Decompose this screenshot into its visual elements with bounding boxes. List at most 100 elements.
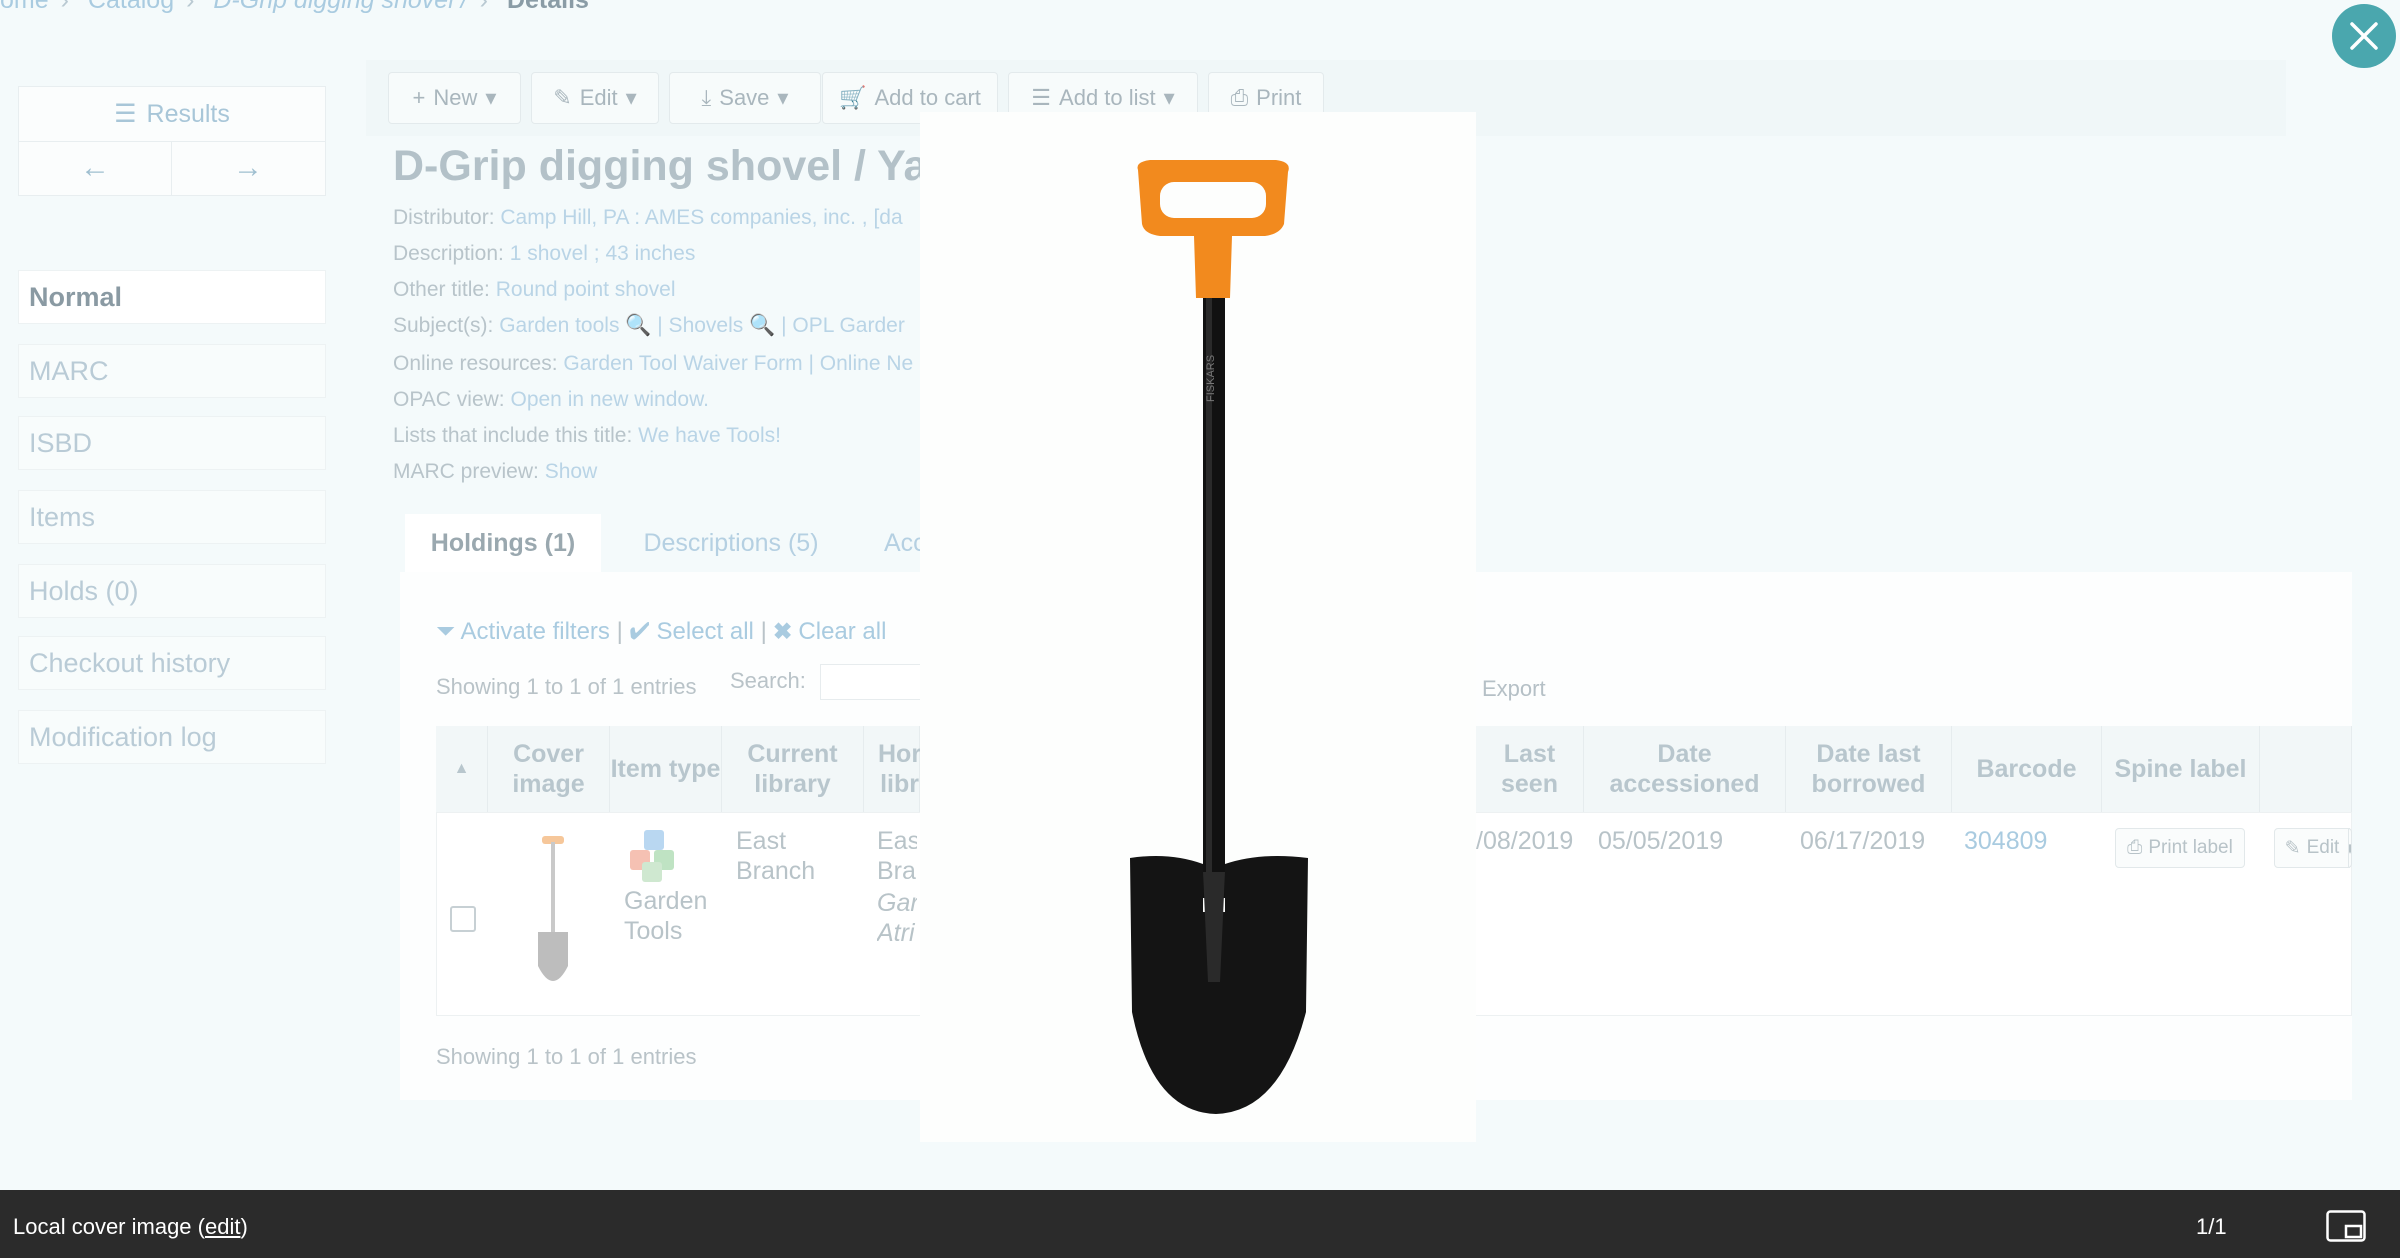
- row-select-checkbox[interactable]: [450, 906, 476, 932]
- sidebar-item-label: MARC: [29, 355, 109, 386]
- print-label-button[interactable]: ⎙ Print label: [2115, 828, 2245, 868]
- column-cover-image[interactable]: Cover image: [488, 726, 610, 812]
- cover-thumbnail-image[interactable]: [528, 834, 578, 1002]
- cart-icon: 🛒: [839, 85, 867, 110]
- column-item-type[interactable]: Item type: [610, 726, 722, 812]
- date-last-borrowed-value: 06/17/2019: [1800, 827, 1926, 855]
- field-value[interactable]: Show: [545, 460, 598, 483]
- edit-button[interactable]: ✎ Edit ▾: [531, 72, 659, 124]
- caption-edit-link[interactable]: edit: [205, 1214, 240, 1239]
- date-accessioned-value: 05/05/2019: [1598, 827, 1724, 855]
- close-lightbox-button[interactable]: [2332, 4, 2396, 68]
- field-value[interactable]: Camp Hill, PA : AMES companies, inc. , […: [500, 206, 902, 229]
- caret-down-icon: ▾: [625, 85, 637, 110]
- column-spine-label[interactable]: Spine label: [2102, 726, 2260, 812]
- save-label: Save: [719, 85, 770, 110]
- sidebar-item-label: Normal: [29, 281, 123, 312]
- sidebar-item-marc[interactable]: MARC: [18, 344, 326, 398]
- plus-icon: +: [412, 85, 426, 110]
- arrow-right-icon: →: [233, 151, 263, 184]
- home-library-value: Eas Brai: [877, 827, 917, 885]
- tab-descriptions[interactable]: Descriptions (5): [612, 514, 850, 572]
- download-icon: ⤓: [701, 85, 712, 110]
- field-label: MARC preview:: [393, 460, 539, 483]
- picture-in-picture-icon[interactable]: [2326, 1210, 2366, 1242]
- save-button[interactable]: ⤓ Save ▾: [669, 72, 821, 124]
- field-opac-view: OPAC view: Open in new window.: [393, 388, 709, 412]
- search-input[interactable]: [820, 664, 922, 700]
- pencil-icon: ✎: [2284, 837, 2301, 859]
- pencil-icon: ✎: [553, 85, 572, 110]
- caret-down-icon: ▾: [1163, 85, 1175, 110]
- export-button[interactable]: Export: [1482, 676, 1546, 702]
- field-label: OPAC view:: [393, 388, 505, 411]
- table-controls: ⏷ Activate filters | ✔ Select all | ✖ Cl…: [436, 618, 887, 645]
- print-icon: ⎙: [1230, 85, 1249, 110]
- sidebar-item-holds[interactable]: Holds (0): [18, 564, 326, 618]
- field-value[interactable]: We have Tools!: [638, 424, 781, 447]
- arrow-left-icon: ←: [80, 151, 110, 184]
- sidebar-item-isbd[interactable]: ISBD: [18, 416, 326, 470]
- breadcrumb-record[interactable]: D-Grip digging shovel /: [213, 0, 467, 14]
- column-current-library[interactable]: Current library: [722, 726, 864, 812]
- results-button[interactable]: ☰ Results: [19, 87, 325, 142]
- showing-entries-bottom: Showing 1 to 1 of 1 entries: [436, 1044, 697, 1069]
- select-column-header[interactable]: ▲: [436, 726, 488, 812]
- barcode-link[interactable]: 304809: [1964, 826, 2047, 856]
- list-icon: ☰: [1031, 85, 1052, 110]
- sort-icon: ▲: [453, 760, 470, 777]
- field-value: 1 shovel ; 43 inches: [509, 242, 696, 265]
- field-value[interactable]: Garden Tool Waiver Form | Online Ne: [563, 352, 913, 375]
- sidebar-item-modification-log[interactable]: Modification log: [18, 710, 326, 764]
- sidebar-item-label: ISBD: [29, 427, 93, 458]
- column-date-accessioned[interactable]: Date accessioned: [1584, 726, 1786, 812]
- check-icon: ✔: [629, 618, 650, 645]
- caption-suffix: ): [240, 1214, 248, 1239]
- new-label: New: [433, 85, 478, 110]
- row-edit-dropdown[interactable]: ▾: [2348, 828, 2352, 868]
- column-label: Item type: [610, 755, 721, 783]
- activate-filters-link[interactable]: ⏷ Activate filters: [436, 618, 610, 645]
- previous-result-button[interactable]: ←: [19, 141, 172, 195]
- shovel-cover-image[interactable]: FISKARS: [920, 112, 1476, 1142]
- select-all-link[interactable]: ✔ Select all: [630, 618, 754, 645]
- sidebar-item-normal[interactable]: Normal: [18, 270, 326, 324]
- field-value[interactable]: Garden tools 🔍 | Shovels 🔍 | OPL Garder: [499, 314, 905, 337]
- field-other-title: Other title: Round point shovel: [393, 278, 676, 302]
- clear-all-label: Clear all: [798, 618, 887, 645]
- sidebar-item-items[interactable]: Items: [18, 490, 326, 544]
- add-to-list-label: Add to list: [1059, 85, 1156, 110]
- print-icon: ⎙: [2127, 837, 2143, 858]
- filter-icon: ⏷: [436, 618, 456, 645]
- column-label: Spine label: [2114, 755, 2247, 783]
- caption-text: Local cover image (: [13, 1214, 205, 1239]
- field-value[interactable]: Open in new window.: [510, 388, 708, 411]
- column-barcode[interactable]: Barcode: [1952, 726, 2102, 812]
- field-description: Description: 1 shovel ; 43 inches: [393, 242, 695, 266]
- column-date-last-borrowed[interactable]: Date last borrowed: [1786, 726, 1952, 812]
- sidebar-item-checkout-history[interactable]: Checkout history: [18, 636, 326, 690]
- field-label: Subject(s):: [393, 314, 494, 337]
- list-icon: ☰: [114, 100, 137, 128]
- garden-tools-icon: [624, 828, 684, 889]
- field-distributor: Distributor: Camp Hill, PA : AMES compan…: [393, 206, 903, 230]
- field-label: Lists that include this title:: [393, 424, 633, 447]
- field-value: Round point shovel: [495, 278, 676, 301]
- sidebar-item-label: Items: [29, 501, 96, 532]
- clear-all-link[interactable]: ✖ Clear all: [773, 618, 886, 645]
- breadcrumb-home[interactable]: ome: [0, 0, 49, 14]
- column-home-library[interactable]: Hor libr: [864, 726, 921, 812]
- column-label: Date accessioned: [1609, 740, 1760, 798]
- column-last-seen[interactable]: Last seen: [1476, 726, 1584, 812]
- tab-holdings[interactable]: Holdings (1): [405, 514, 601, 572]
- row-edit-button[interactable]: ✎ Edit: [2274, 828, 2350, 868]
- new-button[interactable]: + New ▾: [388, 72, 521, 124]
- column-label: Date last borrowed: [1811, 740, 1926, 798]
- next-result-button[interactable]: →: [172, 141, 324, 195]
- sidebar-item-label: Holds (0): [29, 575, 139, 606]
- print-label-text: Print label: [2148, 837, 2233, 858]
- field-label: Other title:: [393, 278, 490, 301]
- showing-entries-top: Showing 1 to 1 of 1 entries: [436, 674, 697, 699]
- edit-label: Edit: [579, 85, 618, 110]
- breadcrumb-catalog[interactable]: Catalog: [88, 0, 174, 14]
